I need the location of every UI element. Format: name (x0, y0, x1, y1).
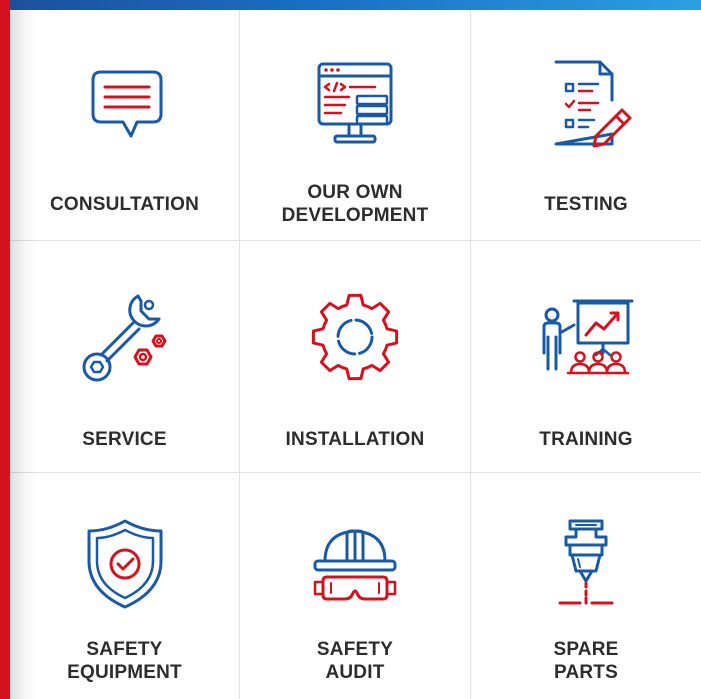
services-panel: CONSULTATION OUR OWN DEVELOPMENT TESTING… (0, 0, 701, 699)
checklist-icon (554, 60, 632, 148)
presentation-icon (542, 299, 634, 375)
tile-spare-parts[interactable]: SPARE PARTS (471, 473, 701, 699)
tile-label: CONSULTATION (49, 193, 200, 215)
tile-consultation[interactable]: CONSULTATION (10, 10, 240, 241)
tile-label: OUR OWN DEVELOPMENT (281, 182, 429, 226)
tile-label: SAFETY EQUIPMENT (67, 639, 182, 683)
shield-check-icon (87, 519, 162, 609)
left-shadow (10, 10, 38, 699)
tile-label: SAFETY AUDIT (316, 639, 394, 683)
tile-service[interactable]: SERVICE (10, 241, 240, 473)
tile-installation[interactable]: INSTALLATION (240, 241, 471, 473)
gear-icon (311, 293, 399, 381)
code-monitor-icon (317, 62, 393, 144)
tile-label: SPARE PARTS (553, 639, 619, 683)
tile-label: TRAINING (539, 428, 633, 450)
tile-label: INSTALLATION (285, 428, 425, 450)
services-grid: CONSULTATION OUR OWN DEVELOPMENT TESTING… (10, 10, 701, 699)
wrench-icon (82, 294, 166, 382)
top-accent-bar (0, 0, 701, 10)
left-accent-bar (0, 0, 10, 699)
tile-safety-equipment[interactable]: SAFETY EQUIPMENT (10, 473, 240, 699)
nozzle-icon (558, 519, 614, 605)
tile-testing[interactable]: TESTING (471, 10, 701, 241)
tile-label: TESTING (544, 193, 628, 215)
tile-our-own-development[interactable]: OUR OWN DEVELOPMENT (240, 10, 471, 241)
tile-safety-audit[interactable]: SAFETY AUDIT (240, 473, 471, 699)
tile-training[interactable]: TRAINING (471, 241, 701, 473)
hard-hat-goggles-icon (313, 529, 397, 601)
chat-bubble-icon (91, 70, 162, 138)
tile-label: SERVICE (82, 428, 167, 450)
